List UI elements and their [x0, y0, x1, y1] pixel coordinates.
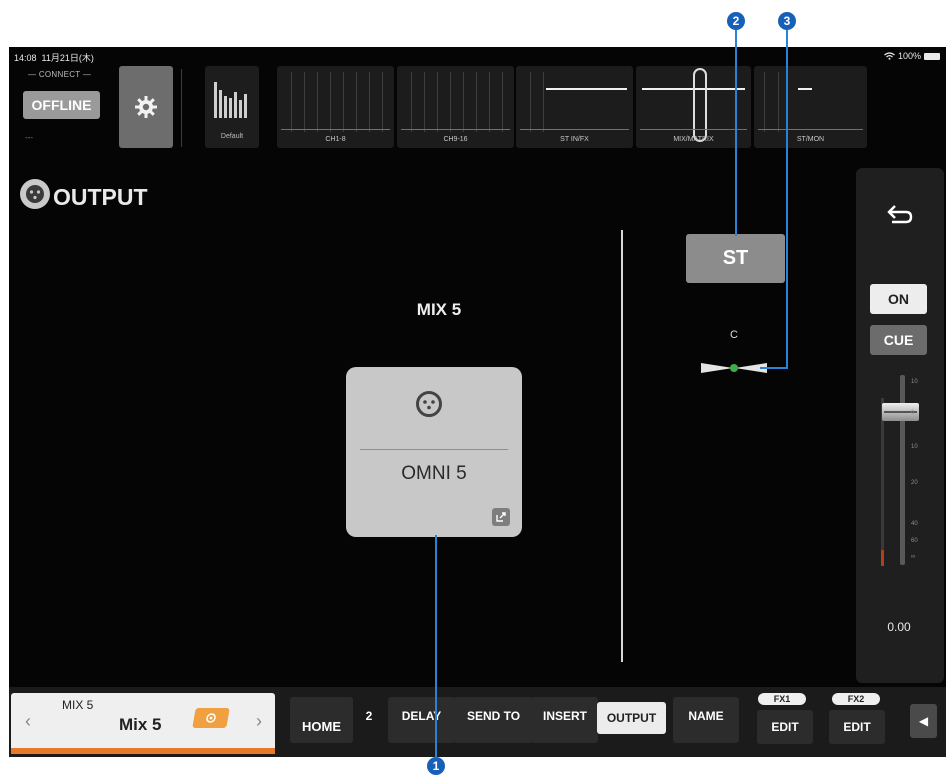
tab-delay[interactable]: DELAY [388, 697, 455, 743]
fader-scale-mark: 10 [911, 444, 918, 450]
channel-name: Mix 5 [119, 715, 162, 734]
scene-meter-icon [214, 82, 247, 118]
next-channel-icon[interactable]: › [256, 711, 262, 732]
callout-2-line [735, 30, 737, 236]
top-divider [181, 69, 182, 147]
channel-accent-bar [11, 748, 275, 754]
status-time: 14:08 11月21日(木) [14, 53, 94, 63]
prev-channel-icon[interactable]: ‹ [25, 711, 31, 732]
scene-label: Default [220, 133, 244, 140]
bank-ch9-16[interactable]: CH9-16 [397, 66, 514, 148]
bank-label: MIX/MATRIX [673, 136, 714, 143]
xlr-connector-icon [416, 391, 442, 417]
tab-send-to[interactable]: SEND TO [454, 697, 533, 743]
connect-sub-text: --- [25, 133, 33, 142]
fader-scale-mark: 40 [911, 521, 918, 527]
callout-3: 3 [778, 12, 796, 30]
mix-title: MIX 5 [416, 300, 462, 319]
bottom-bar: ‹ MIX 5 Mix 5 › HOME 2 DELAY SEND TO INS… [9, 687, 946, 757]
offline-button[interactable]: OFFLINE [23, 91, 100, 119]
fx1-edit-button[interactable]: EDIT [757, 710, 813, 744]
fader-scale-mark: 20 [911, 480, 918, 486]
gear-icon [135, 96, 157, 118]
channel-color-icon [192, 708, 230, 728]
fader-scale-mark: 0 [911, 410, 915, 416]
pan-position-dot [730, 364, 738, 372]
fx2-edit-button[interactable]: EDIT [829, 710, 885, 744]
bank-st-mon[interactable]: ST/MON [754, 66, 867, 148]
tab-insert[interactable]: INSERT [532, 697, 598, 743]
scene-button[interactable]: Default [205, 66, 259, 148]
collapse-button[interactable]: ◀ [910, 704, 937, 738]
on-button[interactable]: ON [870, 284, 927, 314]
patch-port-label: OMNI 5 [401, 463, 467, 484]
back-arrow-icon [887, 205, 913, 224]
battery-icon [924, 52, 940, 60]
callout-1-line [435, 535, 437, 757]
callout-2: 2 [727, 12, 745, 30]
app-screen: 14:08 11月21日(木) 100% — CONNECT — OFFLINE… [9, 47, 946, 757]
battery-percent: 100% [897, 51, 921, 61]
bank-label: ST/MON [796, 136, 825, 143]
channel-strip: ON CUE 10 0 10 20 40 60 ∞ 0.00 [856, 168, 944, 683]
tab-output[interactable]: OUTPUT [597, 702, 666, 734]
fx1-tag: FX1 [758, 693, 806, 705]
status-indicators: 100% [884, 51, 940, 61]
bank-label: CH9-16 [443, 136, 468, 143]
bank-st-in-fx[interactable]: ST IN/FX [516, 66, 633, 148]
tab-home[interactable]: HOME [290, 697, 353, 743]
st-button[interactable]: ST [686, 234, 785, 283]
cue-button[interactable]: CUE [870, 325, 927, 355]
page-title: OUTPUT [53, 184, 148, 210]
pan-control[interactable] [700, 361, 768, 375]
setup-button[interactable] [119, 66, 173, 148]
pan-label: C [730, 329, 738, 341]
xlr-output-icon [20, 179, 50, 209]
fader-scale-mark: 10 [911, 379, 918, 385]
bank-label: ST IN/FX [560, 136, 589, 143]
card-divider [360, 449, 508, 450]
section-divider [621, 230, 623, 662]
bank-ch1-8[interactable]: CH1-8 [277, 66, 394, 148]
callout-3-line-h [760, 367, 788, 369]
callout-3-line [786, 30, 788, 368]
wifi-icon [884, 52, 895, 60]
fader-value: 0.00 [887, 620, 911, 634]
level-meter [881, 398, 884, 566]
fader-scale-mark: 60 [911, 538, 918, 544]
channel-selector[interactable]: ‹ MIX 5 Mix 5 › [11, 693, 275, 754]
external-edit-icon[interactable] [492, 508, 510, 526]
bank-label: CH1-8 [325, 136, 346, 143]
channel-top-name: MIX 5 [62, 698, 94, 712]
tab-name[interactable]: NAME [673, 697, 739, 743]
tab-partial[interactable]: 2 [353, 697, 385, 743]
output-patch-card[interactable]: OMNI 5 [346, 367, 522, 537]
callout-1: 1 [427, 757, 445, 775]
back-button[interactable] [870, 188, 930, 242]
connect-caption: — CONNECT — [28, 70, 92, 79]
bank-mix-matrix[interactable]: MIX/MATRIX [636, 66, 751, 148]
fx2-tag: FX2 [832, 693, 880, 705]
fader-scale-mark: ∞ [911, 554, 916, 560]
